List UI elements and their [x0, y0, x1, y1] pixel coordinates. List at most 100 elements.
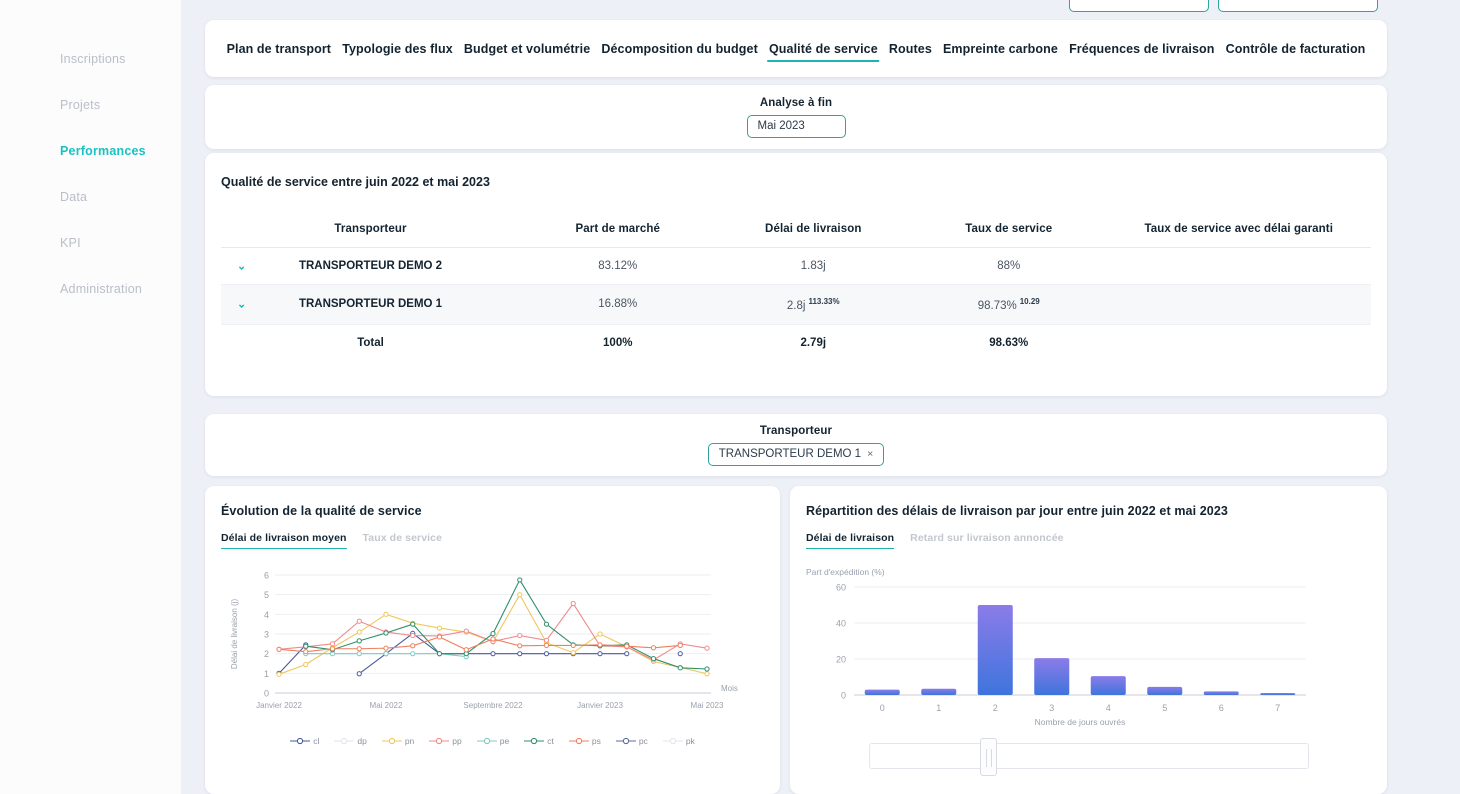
- legend-marker-icon: [476, 737, 497, 745]
- row-transporteur-name[interactable]: ⌄ TRANSPORTEUR DEMO 2: [221, 247, 520, 285]
- row-part-de-marche: 83.12%: [520, 247, 716, 285]
- bar-chart-card: Répartition des délais de livraison par …: [790, 486, 1387, 794]
- tab-decomposition-du-budget[interactable]: Décomposition du budget: [596, 36, 764, 62]
- chevron-down-icon[interactable]: ⌄: [237, 260, 246, 273]
- analysis-date-filter-card: Analyse à fin Mai 2023: [205, 85, 1387, 149]
- tab-budget-et-volumetrie[interactable]: Budget et volumétrie: [458, 36, 595, 62]
- legend-item-dp[interactable]: dp: [334, 736, 367, 746]
- svg-text:2: 2: [264, 649, 269, 659]
- svg-text:2: 2: [993, 703, 998, 713]
- col-delai-de-livraison: Délai de livraison: [715, 217, 911, 248]
- legend-item-cl[interactable]: cl: [290, 736, 319, 746]
- legend-item-ct[interactable]: ct: [524, 736, 554, 746]
- analysis-date-select[interactable]: Mai 2023: [746, 114, 846, 138]
- total-garanti: [1107, 324, 1372, 361]
- tab-qualite-de-service[interactable]: Qualité de service: [763, 36, 883, 62]
- svg-text:0: 0: [264, 689, 269, 699]
- sidebar-item-inscriptions[interactable]: Inscriptions: [0, 36, 181, 82]
- sidebar: Inscriptions Projets Performances Data K…: [0, 0, 181, 794]
- row-transporteur-name[interactable]: ⌄ TRANSPORTEUR DEMO 1: [221, 284, 520, 325]
- quality-table-card: Qualité de service entre juin 2022 et ma…: [205, 153, 1387, 396]
- table-header-row: Transporteur Part de marché Délai de liv…: [221, 217, 1371, 248]
- tab-plan-de-transport[interactable]: Plan de transport: [221, 36, 337, 62]
- tab-bar-card: Plan de transport Typologie des flux Bud…: [205, 20, 1387, 77]
- app-root: Inscriptions Projets Performances Data K…: [0, 0, 1460, 794]
- svg-text:4: 4: [264, 610, 269, 620]
- svg-text:Mois: Mois: [721, 684, 738, 693]
- quality-table-title: Qualité de service entre juin 2022 et ma…: [221, 175, 490, 189]
- svg-text:Janvier 2023: Janvier 2023: [577, 701, 623, 710]
- tab-bar: Plan de transport Typologie des flux Bud…: [205, 20, 1387, 77]
- legend-label: dp: [357, 736, 367, 746]
- sidebar-item-administration[interactable]: Administration: [0, 266, 181, 312]
- col-taux-de-service: Taux de service: [911, 217, 1107, 248]
- analysis-date-label: Analyse à fin: [759, 96, 833, 109]
- legend-item-pn[interactable]: pn: [381, 736, 414, 746]
- range-slider-handle[interactable]: [979, 738, 997, 776]
- row-delai-badge: 113.33%: [808, 297, 840, 306]
- legend-label: pc: [638, 736, 648, 746]
- row-delai: 2.8j 113.33%: [715, 284, 911, 325]
- total-label: Total: [357, 336, 384, 349]
- bar-chart-subtabs: Délai de livraison Retard sur livraison …: [806, 532, 1371, 549]
- bar-chart-range-slider[interactable]: [868, 738, 1309, 776]
- svg-text:0: 0: [841, 691, 846, 701]
- transporteur-filter-card: Transporteur TRANSPORTEUR DEMO 1 ×: [205, 414, 1387, 476]
- legend-item-pk[interactable]: pk: [662, 736, 695, 746]
- legend-item-pc[interactable]: pc: [615, 736, 648, 746]
- legend-label: pk: [685, 736, 695, 746]
- svg-text:3: 3: [1049, 703, 1054, 713]
- legend-marker-icon: [290, 737, 311, 745]
- svg-text:Nombre de jours ouvrés: Nombre de jours ouvrés: [1035, 717, 1126, 727]
- tab-frequences-de-livraison[interactable]: Fréquences de livraison: [1064, 36, 1221, 62]
- subtab-delai-de-livraison-moyen[interactable]: Délai de livraison moyen: [221, 532, 347, 549]
- chevron-down-icon[interactable]: ⌄: [237, 298, 246, 311]
- legend-item-ps[interactable]: ps: [568, 736, 601, 746]
- top-partial-control-right[interactable]: [1218, 0, 1378, 12]
- sidebar-item-kpi[interactable]: KPI: [0, 220, 181, 266]
- top-partial-control-left[interactable]: [1069, 0, 1209, 12]
- legend-item-pe[interactable]: pe: [476, 736, 510, 746]
- subtab-delai-de-livraison[interactable]: Délai de livraison: [806, 532, 895, 549]
- table-row[interactable]: ⌄ TRANSPORTEUR DEMO 1 16.88% 2.8j 113.33%…: [221, 284, 1371, 325]
- legend-marker-icon: [568, 737, 589, 745]
- legend-label: pe: [499, 736, 510, 746]
- sidebar-item-performances[interactable]: Performances: [0, 128, 181, 174]
- line-chart-svg: 0 1 2 3 4 5 6 Janvier 2022 Mai 2022 Septembre 202…: [230, 571, 738, 711]
- tab-typologie-des-flux[interactable]: Typologie des flux: [337, 36, 459, 62]
- svg-text:7: 7: [1275, 703, 1280, 713]
- svg-text:Janvier 2022: Janvier 2022: [256, 701, 302, 710]
- table-row[interactable]: ⌄ TRANSPORTEUR DEMO 2 83.12% 1.83j 88%: [221, 247, 1371, 285]
- row-garanti: [1106, 247, 1371, 285]
- subtab-taux-de-service[interactable]: Taux de service: [363, 532, 443, 549]
- transporteur-multiselect[interactable]: TRANSPORTEUR DEMO 1 ×: [707, 442, 885, 466]
- svg-text:Mai 2023: Mai 2023: [691, 701, 724, 710]
- total-delai: 2.79j: [800, 336, 827, 349]
- legend-label: pp: [452, 736, 462, 746]
- legend-marker-icon: [662, 737, 683, 745]
- line-chart-card: Évolution de la qualité de service Délai…: [205, 486, 780, 794]
- sidebar-item-projets[interactable]: Projets: [0, 82, 181, 128]
- total-taux: 98.63%: [989, 336, 1029, 349]
- svg-text:4: 4: [1106, 703, 1111, 713]
- tab-controle-de-facturation[interactable]: Contrôle de facturation: [1220, 36, 1371, 62]
- row-name-label: TRANSPORTEUR DEMO 2: [298, 260, 443, 272]
- tab-routes[interactable]: Routes: [883, 36, 937, 62]
- legend-marker-icon: [334, 737, 355, 745]
- tab-empreinte-carbone[interactable]: Empreinte carbone: [937, 36, 1063, 62]
- svg-text:20: 20: [836, 655, 846, 665]
- col-transporteur: Transporteur: [221, 217, 520, 248]
- row-delai-value: 2.8j: [786, 299, 806, 312]
- subtab-retard-sur-livraison-annoncee[interactable]: Retard sur livraison annoncée: [910, 532, 1063, 549]
- row-taux: 98.73% 10.29: [911, 284, 1107, 325]
- transporteur-chip-label: TRANSPORTEUR DEMO 1: [718, 448, 862, 460]
- legend-label: ps: [591, 736, 601, 746]
- svg-text:1: 1: [264, 669, 269, 679]
- legend-marker-icon: [615, 737, 636, 745]
- sidebar-item-data[interactable]: Data: [0, 174, 181, 220]
- legend-item-pp[interactable]: pp: [429, 736, 462, 746]
- legend-marker-icon: [524, 737, 545, 745]
- bar-chart-plot: Part d'expédition (%) 0 20 40 60 0 1 2 3 4 5 6 7 Nomb…: [806, 565, 1371, 735]
- close-icon[interactable]: ×: [867, 448, 873, 460]
- main-content-shell: Plan de transport Typologie des flux Bud…: [181, 0, 1460, 794]
